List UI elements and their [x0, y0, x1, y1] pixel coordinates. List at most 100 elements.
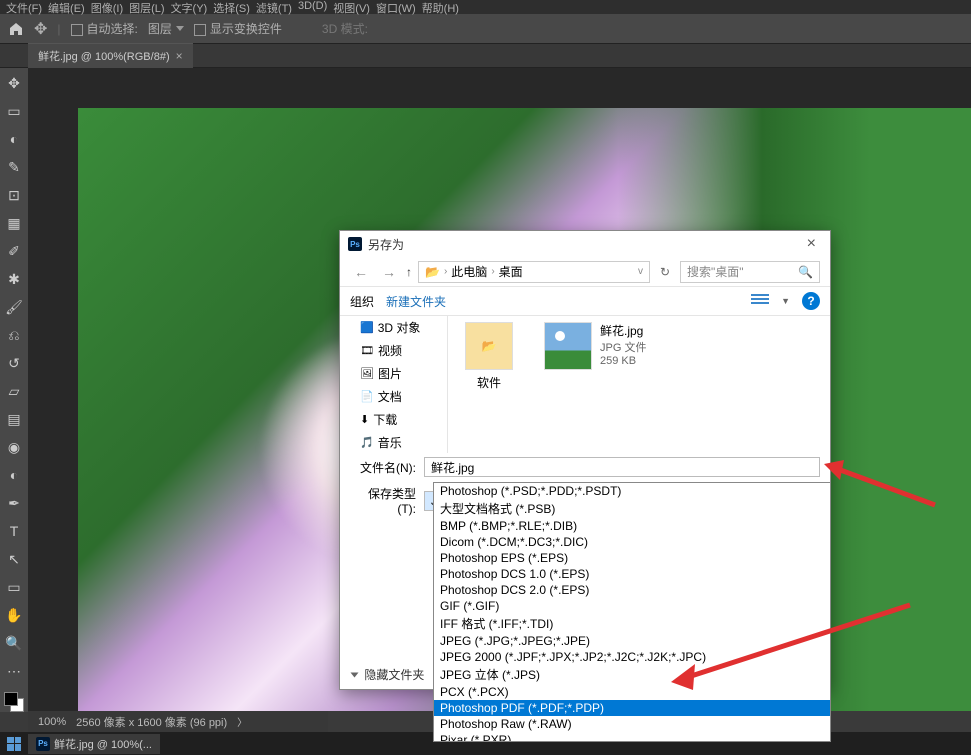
menu-image[interactable]: 图像(I)	[91, 0, 123, 14]
filetype-option[interactable]: Photoshop DCS 1.0 (*.EPS)	[434, 566, 830, 582]
search-input[interactable]: 搜索"桌面" 🔍	[680, 261, 820, 283]
status-bar: 100% 2560 像素 x 1600 像素 (96 ppi) 〉	[28, 711, 328, 732]
taskbar-app-photoshop[interactable]: Ps 鲜花.jpg @ 100%(...	[28, 734, 160, 754]
filetype-option[interactable]: Photoshop DCS 2.0 (*.EPS)	[434, 582, 830, 598]
close-icon[interactable]: ×	[176, 49, 183, 63]
move-tool-icon[interactable]: ✥	[34, 19, 47, 39]
photoshop-icon: Ps	[348, 237, 362, 251]
filetype-option[interactable]: 大型文档格式 (*.PSB)	[434, 499, 830, 518]
tree-item[interactable]: 🟦3D 对象	[340, 316, 447, 339]
auto-select-label: 自动选择:	[87, 22, 138, 36]
brush-tool[interactable]: 🖌	[3, 296, 25, 318]
menu-window[interactable]: 窗口(W)	[376, 0, 416, 14]
list-item[interactable]: 📂 软件	[454, 322, 524, 447]
tree-item[interactable]: 📄文档	[340, 385, 447, 408]
search-icon: 🔍	[798, 265, 813, 279]
frame-tool[interactable]: ▦	[3, 212, 25, 234]
auto-select-checkbox[interactable]	[71, 24, 83, 36]
organize-menu[interactable]: 组织	[350, 293, 374, 310]
filetype-option[interactable]: IFF 格式 (*.IFF;*.TDI)	[434, 614, 830, 633]
new-folder-button[interactable]: 新建文件夹	[386, 293, 446, 310]
folder-icon: 🎵	[360, 436, 374, 449]
home-icon[interactable]	[8, 21, 24, 37]
forward-button[interactable]: →	[378, 264, 400, 280]
menu-view[interactable]: 视图(V)	[333, 0, 370, 14]
show-transform-label: 显示变换控件	[210, 22, 282, 36]
filetype-option[interactable]: Photoshop EPS (*.EPS)	[434, 550, 830, 566]
filetype-option[interactable]: JPEG (*.JPG;*.JPEG;*.JPE)	[434, 633, 830, 649]
menu-file[interactable]: 文件(F)	[6, 0, 42, 14]
filename-input[interactable]: 鲜花.jpg	[424, 457, 820, 477]
show-transform-checkbox[interactable]	[194, 24, 206, 36]
address-bar[interactable]: 📂 › 此电脑 › 桌面 v	[418, 261, 650, 283]
folder-tree: 🟦3D 对象🎞视频🖼图片📄文档⬇下载🎵音乐🖥桌面	[340, 316, 448, 453]
hand-tool[interactable]: ✋	[3, 604, 25, 626]
move-tool[interactable]: ✥	[3, 72, 25, 94]
filetype-option[interactable]: JPEG 2000 (*.JPF;*.JPX;*.JP2;*.J2C;*.J2K…	[434, 649, 830, 665]
menu-help[interactable]: 帮助(H)	[422, 0, 459, 14]
filetype-option[interactable]: Dicom (*.DCM;*.DC3;*.DIC)	[434, 534, 830, 550]
eyedropper-tool[interactable]: ✐	[3, 240, 25, 262]
filetype-option[interactable]: JPEG 立体 (*.JPS)	[434, 665, 830, 684]
view-menu[interactable]	[751, 294, 769, 308]
dodge-tool[interactable]: ◐	[3, 464, 25, 486]
tree-item[interactable]: 🎵音乐	[340, 431, 447, 453]
zoom-tool[interactable]: 🔍	[3, 632, 25, 654]
lasso-tool[interactable]: ◐	[3, 128, 25, 150]
foreground-swatch[interactable]	[4, 692, 18, 706]
filetype-option[interactable]: Photoshop (*.PSD;*.PDD;*.PSDT)	[434, 483, 830, 499]
tree-item[interactable]: ⬇下载	[340, 408, 447, 431]
filetype-option[interactable]: GIF (*.GIF)	[434, 598, 830, 614]
document-tab[interactable]: 鲜花.jpg @ 100%(RGB/8#) ×	[28, 43, 193, 68]
zoom-level[interactable]: 100%	[38, 716, 66, 728]
folder-icon: 📂	[425, 265, 440, 279]
eraser-tool[interactable]: ▱	[3, 380, 25, 402]
pen-tool[interactable]: ✒	[3, 492, 25, 514]
file-list: 📂 软件 鲜花.jpg JPG 文件 259 KB	[448, 316, 830, 453]
filetype-label: 保存类型(T):	[350, 485, 416, 516]
dialog-navbar: ← → ↑ 📂 › 此电脑 › 桌面 v ↻ 搜索"桌面" 🔍	[340, 257, 830, 287]
tree-item[interactable]: 🎞视频	[340, 339, 447, 362]
document-tabs: 鲜花.jpg @ 100%(RGB/8#) ×	[0, 44, 971, 68]
path-tool[interactable]: ↖	[3, 548, 25, 570]
menu-layer[interactable]: 图层(L)	[129, 0, 164, 14]
blur-tool[interactable]: ◉	[3, 436, 25, 458]
crop-tool[interactable]: ⊡	[3, 184, 25, 206]
folder-icon: 🟦	[360, 321, 374, 334]
refresh-button[interactable]: ↻	[656, 265, 674, 279]
shape-tool[interactable]: ▭	[3, 576, 25, 598]
dialog-titlebar: Ps 另存为 ×	[340, 231, 830, 257]
menu-select[interactable]: 选择(S)	[213, 0, 250, 14]
filetype-option[interactable]: BMP (*.BMP;*.RLE;*.DIB)	[434, 518, 830, 534]
quick-select-tool[interactable]: ✎	[3, 156, 25, 178]
up-button[interactable]: ↑	[406, 265, 412, 279]
start-button[interactable]	[4, 735, 24, 753]
list-item[interactable]: 鲜花.jpg JPG 文件 259 KB	[544, 322, 646, 447]
edit-toolbar[interactable]: ⋯	[3, 660, 25, 682]
menu-edit[interactable]: 编辑(E)	[48, 0, 85, 14]
tree-item[interactable]: 🖼图片	[340, 362, 447, 385]
gradient-tool[interactable]: ▤	[3, 408, 25, 430]
type-tool[interactable]: T	[3, 520, 25, 542]
layer-dropdown[interactable]: 图层	[148, 20, 184, 37]
folder-icon: 📄	[360, 390, 374, 403]
folder-icon: 🖼	[360, 367, 374, 380]
help-button[interactable]: ?	[802, 292, 820, 310]
filetype-option[interactable]: Photoshop Raw (*.RAW)	[434, 716, 830, 732]
close-icon[interactable]: ×	[801, 235, 822, 253]
menu-type[interactable]: 文字(Y)	[171, 0, 208, 14]
mode-3d-label: 3D 模式:	[322, 20, 368, 37]
menubar: 文件(F) 编辑(E) 图像(I) 图层(L) 文字(Y) 选择(S) 滤镜(T…	[0, 0, 971, 14]
marquee-tool[interactable]: ▭	[3, 100, 25, 122]
filetype-option[interactable]: Pixar (*.PXR)	[434, 732, 830, 742]
healing-tool[interactable]: ✱	[3, 268, 25, 290]
history-brush-tool[interactable]: ↺	[3, 352, 25, 374]
stamp-tool[interactable]: ⎌	[3, 324, 25, 346]
filetype-option[interactable]: Photoshop PDF (*.PDF;*.PDP)	[434, 700, 830, 716]
filetype-option[interactable]: PCX (*.PCX)	[434, 684, 830, 700]
toolbox: ✥ ▭ ◐ ✎ ⊡ ▦ ✐ ✱ 🖌 ⎌ ↺ ▱ ▤ ◉ ◐ ✒ T ↖ ▭ ✋ …	[0, 68, 28, 712]
back-button[interactable]: ←	[350, 264, 372, 280]
foreground-background-colors[interactable]	[4, 692, 24, 712]
menu-3d[interactable]: 3D(D)	[298, 0, 327, 14]
menu-filter[interactable]: 滤镜(T)	[256, 0, 292, 14]
